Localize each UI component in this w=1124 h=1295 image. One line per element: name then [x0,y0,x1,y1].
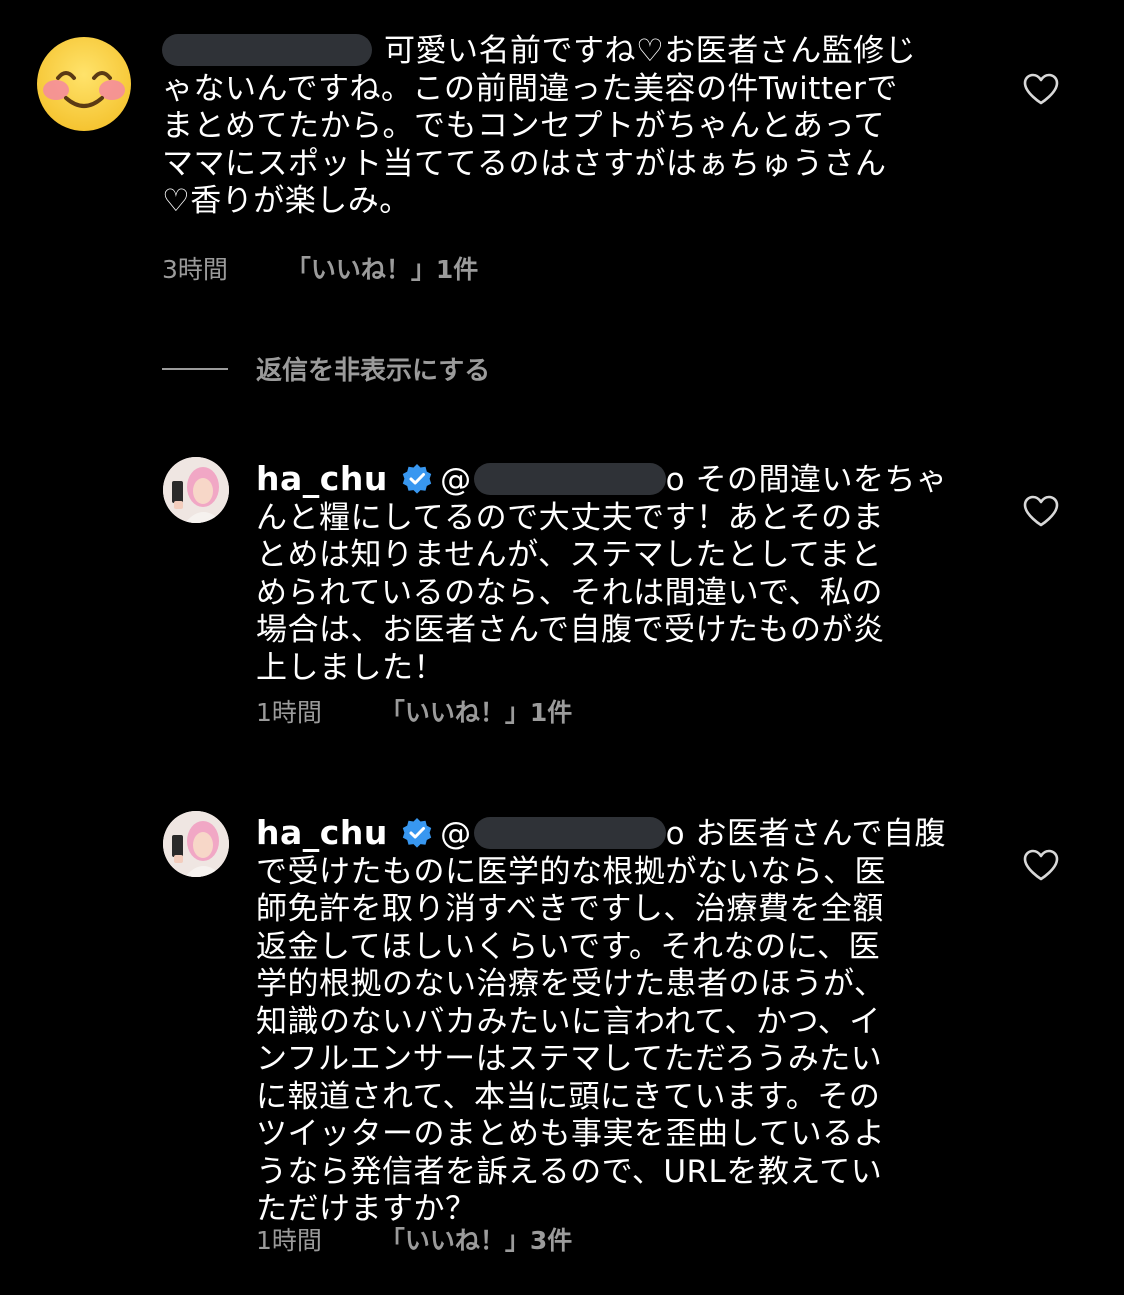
redacted-mention [473,817,666,849]
smiling-face-emoji-icon [37,37,131,131]
verified-badge-icon [402,818,432,848]
divider-line [162,367,228,370]
hide-replies-button[interactable]: 返信を非表示にする [162,350,490,387]
reply-text: ha_chu @ o お医者さんで自腹 で受けたものに医学的な根拠がないなら、医 … [256,813,946,1227]
reply-meta: 1時間 「いいね！」1件 [256,693,572,729]
comment-text: 可愛い名前ですね♡お医者さん監修じ ゃないんですね。この前間違った美容の件Twi… [162,33,917,219]
mention-prefix[interactable]: @ [440,816,472,852]
hide-replies-label: 返信を非表示にする [256,356,491,386]
reply-text: ha_chu @ o その間違いをちゃ んと糧にしてるので大丈夫です！あとそのま … [256,459,948,686]
profile-photo-icon [163,811,229,877]
reply-time: 1時間 [256,1226,322,1255]
commenter-avatar[interactable] [36,36,132,132]
like-heart-icon[interactable] [1022,494,1060,528]
redacted-username [162,34,372,66]
comment-meta: 3時間 「いいね！」1件 [162,250,478,286]
reply-username[interactable]: ha_chu [256,459,388,498]
redacted-mention [473,463,666,495]
reply-time: 1時間 [256,698,322,727]
comment-time: 3時間 [162,255,228,284]
user-avatar[interactable] [163,457,229,523]
mention-suffix: o [665,462,686,498]
profile-photo-icon [163,457,229,523]
reply-like-count[interactable]: 「いいね！」3件 [380,1226,572,1255]
verified-badge-icon [402,464,432,494]
reply-username[interactable]: ha_chu [256,813,388,852]
reply-meta: 1時間 「いいね！」3件 [256,1221,572,1257]
comment-like-count[interactable]: 「いいね！」1件 [286,255,478,284]
user-avatar[interactable] [163,811,229,877]
mention-suffix: o [665,816,686,852]
like-heart-icon[interactable] [1022,848,1060,882]
reply-like-count[interactable]: 「いいね！」1件 [380,698,572,727]
mention-prefix[interactable]: @ [440,462,472,498]
like-heart-icon[interactable] [1022,72,1060,106]
